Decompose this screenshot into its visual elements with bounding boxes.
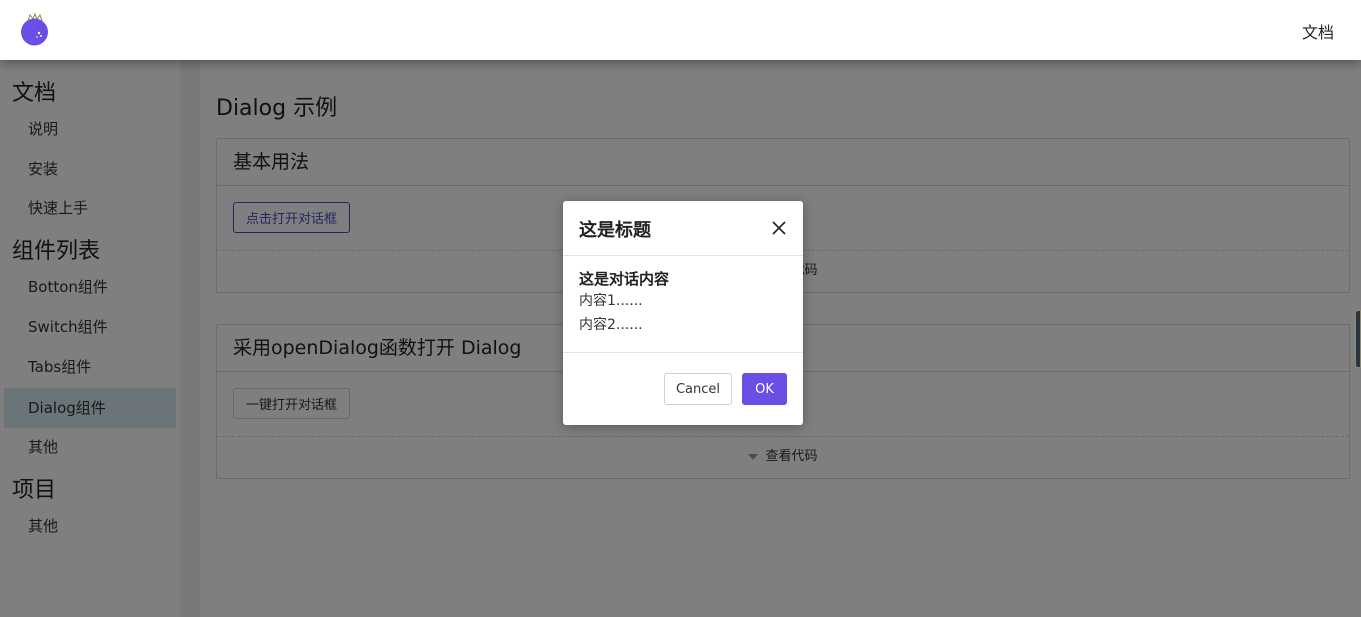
dialog-header: 这是标题 xyxy=(563,201,803,256)
edge-drag-handle[interactable] xyxy=(1355,310,1361,368)
close-icon[interactable] xyxy=(771,220,787,236)
dialog-title: 这是标题 xyxy=(579,220,651,241)
dialog-content-line: 内容2...... xyxy=(579,317,643,333)
dialog: 这是标题 这是对话内容 内容1...... 内容2...... Cancel O… xyxy=(563,201,803,425)
dialog-content-line: 内容1...... xyxy=(579,293,643,309)
cancel-button[interactable]: Cancel xyxy=(664,373,732,405)
dialog-content-heading: 这是对话内容 xyxy=(579,270,670,288)
dialog-footer: Cancel OK xyxy=(563,353,803,425)
logo-icon[interactable] xyxy=(20,12,49,46)
dialog-body: 这是对话内容 内容1...... 内容2...... xyxy=(563,256,803,353)
top-nav: 文档 xyxy=(0,0,1361,60)
nav-doc-link[interactable]: 文档 xyxy=(1302,19,1334,43)
ok-button[interactable]: OK xyxy=(742,373,787,405)
